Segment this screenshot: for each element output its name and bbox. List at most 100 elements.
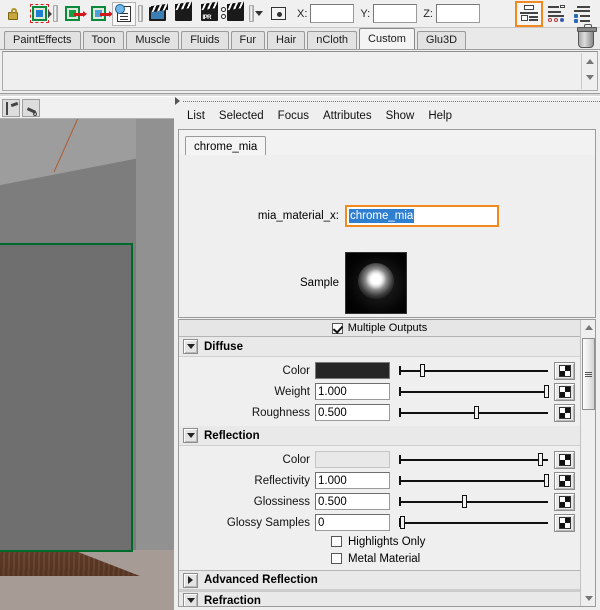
attr-row-reflection-color: Color (179, 449, 580, 470)
menu-show[interactable]: Show (379, 109, 422, 123)
metal-material-checkbox[interactable] (331, 553, 342, 564)
shelf-tab-glu3d[interactable]: Glu3D (416, 31, 467, 49)
construction-history-icon[interactable] (112, 1, 136, 26)
checkbox-row-highlights-only[interactable]: Highlights Only (179, 533, 580, 550)
shelf-tab-toon[interactable]: Toon (82, 31, 125, 49)
attr-field-diffuse-weight[interactable]: 1.000 (315, 383, 390, 400)
node-type-label: mia_material_x: (257, 210, 339, 222)
channel-box-toggle-icon[interactable] (571, 2, 595, 26)
section-title-advanced-reflection: Advanced Reflection (204, 574, 318, 586)
paint-tool-icon[interactable] (22, 98, 40, 117)
map-button-glossy-samples[interactable] (554, 513, 575, 532)
toolbar-separator[interactable] (48, 2, 59, 26)
menu-focus[interactable]: Focus (271, 109, 316, 123)
scroll-down-icon[interactable] (581, 591, 595, 606)
color-swatch-reflection[interactable] (315, 451, 390, 468)
shelf-tab-fluids[interactable]: Fluids (181, 31, 229, 49)
scroll-up-icon[interactable] (581, 320, 595, 335)
material-sample-swatch[interactable] (345, 252, 407, 314)
selection-highlight (0, 243, 133, 552)
shelf-tab-ncloth[interactable]: nCloth (307, 31, 358, 49)
snap-to-grid-icon[interactable] (60, 2, 87, 26)
tool-settings-toggle-icon[interactable] (545, 2, 569, 26)
trash-icon[interactable] (577, 24, 597, 48)
absolute-transform-icon[interactable] (266, 2, 290, 26)
slider-diffuse-weight[interactable] (399, 383, 549, 400)
section-header-diffuse[interactable]: Diffuse (179, 337, 580, 357)
section-header-refraction[interactable]: Refraction (179, 590, 580, 606)
slider-reflectivity[interactable] (399, 472, 549, 489)
slider-diffuse-color[interactable] (399, 362, 548, 379)
attr-field-glossiness[interactable]: 0.500 (315, 493, 390, 510)
collapse-arrow-refraction[interactable] (183, 593, 198, 606)
menu-selected[interactable]: Selected (212, 109, 271, 123)
menu-attributes[interactable]: Attributes (316, 109, 379, 123)
map-button-glossiness[interactable] (554, 492, 575, 511)
x-axis-label: X: (297, 7, 308, 20)
maya-window: IPR X: Y: Z: PaintEffects Toon Muscle Fl… (0, 0, 600, 610)
slider-reflection-color[interactable] (399, 451, 548, 468)
map-button-reflection-color[interactable] (554, 450, 575, 469)
attr-field-diffuse-roughness[interactable]: 0.500 (315, 404, 390, 421)
y-input[interactable] (373, 4, 418, 23)
highlights-only-checkbox[interactable] (331, 536, 342, 547)
checkbox-row-metal-material[interactable]: Metal Material (179, 550, 580, 567)
scrollbar-thumb[interactable] (582, 338, 595, 410)
section-title-reflection: Reflection (204, 429, 260, 442)
render-view-icon[interactable] (145, 2, 169, 26)
collapse-arrow-advanced-reflection[interactable] (183, 572, 198, 588)
shelf-scroll-up-icon[interactable] (582, 53, 597, 69)
shelf-tab-custom[interactable]: Custom (359, 28, 415, 49)
menu-help[interactable]: Help (421, 109, 459, 123)
render-settings-icon[interactable] (220, 2, 247, 26)
shelf-content-area (2, 51, 598, 91)
toolbar-separator-3[interactable] (248, 2, 255, 26)
viewport-3d-scene[interactable] (0, 119, 174, 610)
metal-material-label: Metal Material (348, 552, 421, 565)
render-current-frame-icon[interactable] (171, 2, 195, 26)
attr-field-glossy-samples[interactable]: 0 (315, 514, 390, 531)
x-input[interactable] (310, 4, 355, 23)
section-header-advanced-reflection[interactable]: Advanced Reflection (179, 570, 580, 590)
snap-to-point-icon[interactable] (86, 2, 113, 26)
viewport-tool-icon[interactable] (2, 98, 20, 117)
map-button-diffuse-weight[interactable] (554, 382, 575, 401)
menu-list[interactable]: List (180, 109, 212, 123)
node-tab-bar: chrome_mia (178, 129, 596, 157)
z-input[interactable] (435, 4, 480, 23)
multiple-outputs-checkbox[interactable] (331, 322, 343, 334)
toolbar-separator-2[interactable] (137, 2, 144, 26)
attr-label-glossy-samples: Glossy Samples (226, 516, 310, 529)
panel-toggle-group (514, 0, 600, 27)
map-button-diffuse-roughness[interactable] (554, 403, 575, 422)
shelf-tab-muscle[interactable]: Muscle (126, 31, 180, 49)
attribute-editor-toggle-icon[interactable] (515, 0, 543, 27)
map-button-reflectivity[interactable] (554, 471, 575, 490)
section-header-reflection[interactable]: Reflection (179, 426, 580, 446)
shelf-scroll-down-icon[interactable] (582, 69, 597, 85)
shelf-tab-fur[interactable]: Fur (230, 31, 266, 49)
node-tab-chrome-mia[interactable]: chrome_mia (185, 136, 267, 157)
section-body-diffuse: Color Weight 1.000 Roughness 0.500 (179, 357, 580, 426)
ipr-render-icon[interactable]: IPR (197, 2, 221, 26)
attribute-list-scrollbar[interactable] (580, 320, 595, 606)
panel-drag-handle[interactable] (175, 97, 600, 105)
attr-row-diffuse-weight: Weight 1.000 (179, 381, 580, 402)
map-button-diffuse-color[interactable] (554, 361, 575, 380)
chevron-down-icon[interactable] (255, 11, 263, 16)
color-swatch-diffuse[interactable] (315, 362, 390, 379)
slider-diffuse-roughness[interactable] (399, 404, 548, 421)
collapse-arrow-reflection[interactable] (183, 428, 198, 443)
multiple-outputs-row[interactable]: Multiple Outputs (179, 320, 580, 337)
node-name-input[interactable]: chrome_mia (345, 205, 499, 227)
attr-field-reflectivity[interactable]: 1.000 (315, 472, 390, 489)
scrollbar-grip-icon (585, 371, 592, 377)
lock-icon[interactable] (1, 2, 25, 26)
collapse-arrow-diffuse[interactable] (183, 339, 198, 354)
slider-glossiness[interactable] (399, 493, 548, 510)
shelf-tab-hair[interactable]: Hair (267, 31, 306, 49)
checker-icon (558, 474, 571, 487)
attribute-editor-menubar: List Selected Focus Attributes Show Help (174, 105, 600, 127)
slider-glossy-samples[interactable] (399, 514, 548, 531)
shelf-tab-painteffects[interactable]: PaintEffects (4, 31, 81, 49)
